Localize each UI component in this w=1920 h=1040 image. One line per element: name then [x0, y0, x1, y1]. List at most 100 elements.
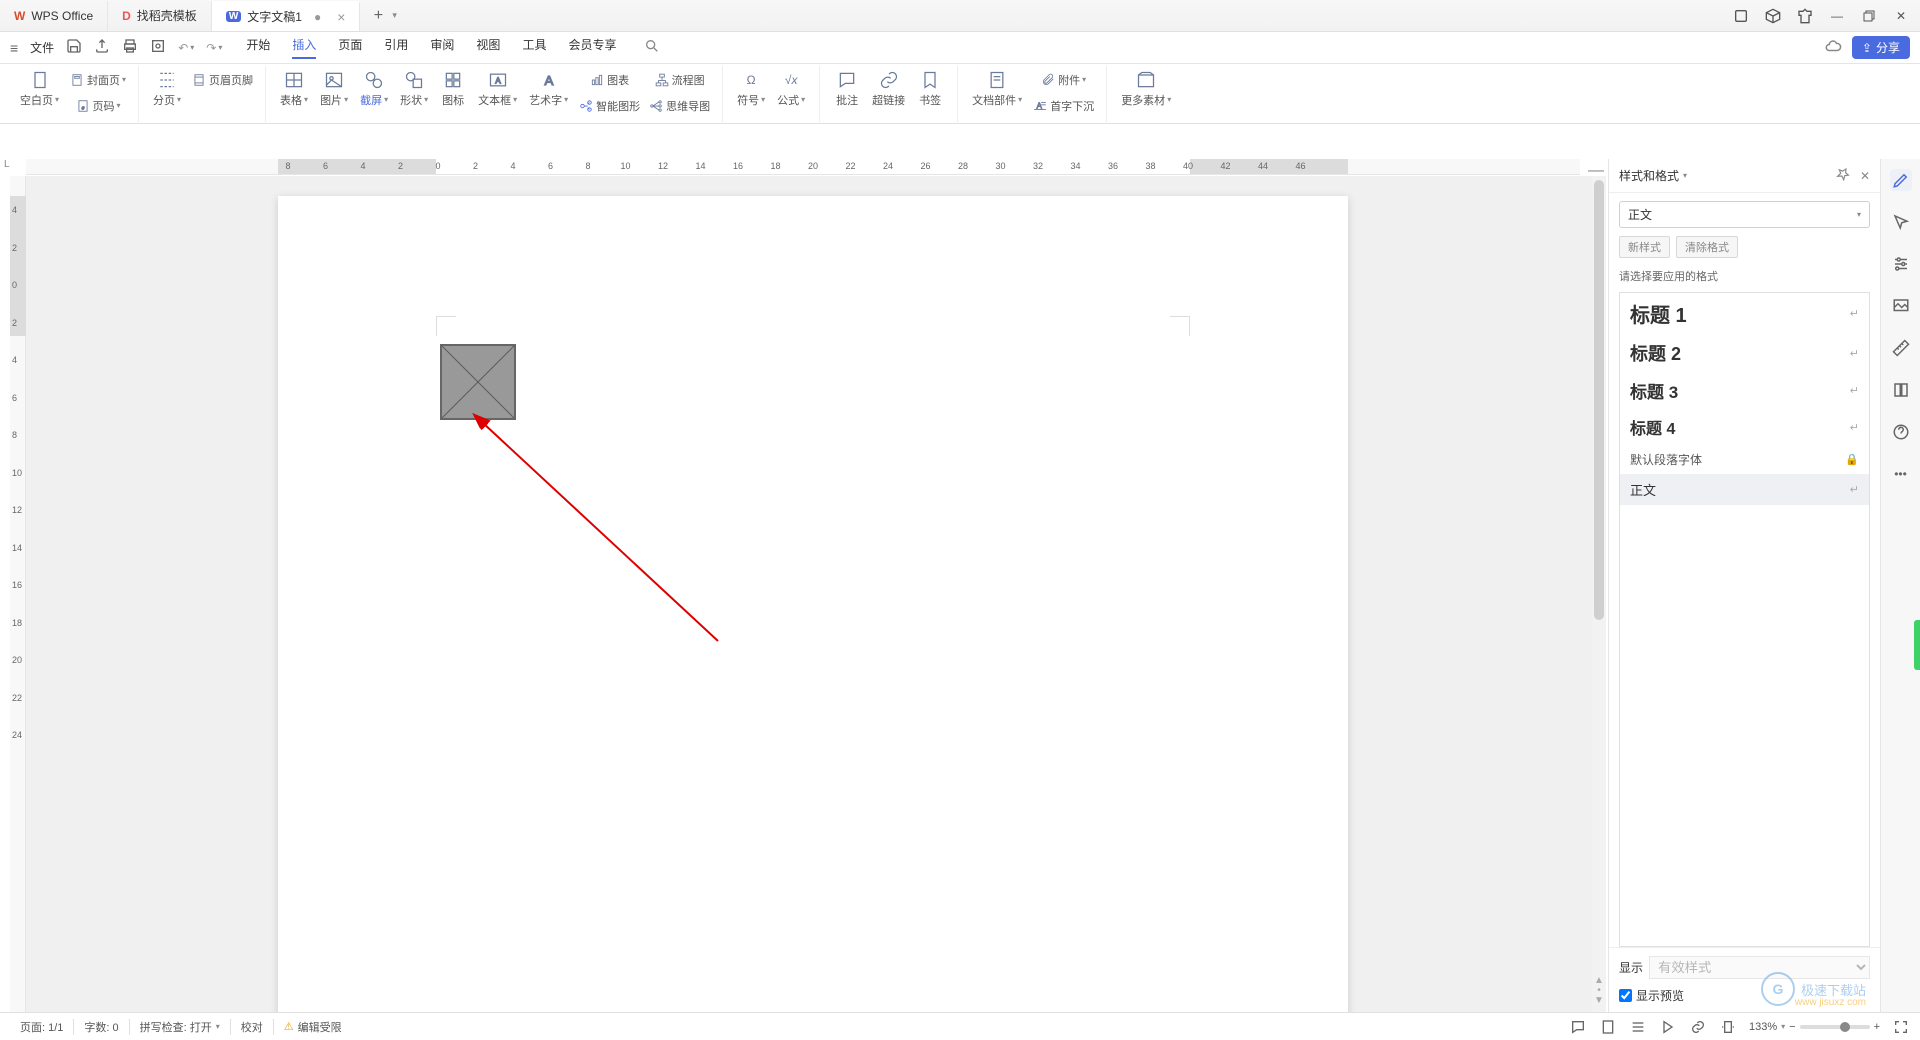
reading-mode-icon[interactable] [1732, 7, 1750, 25]
style-item[interactable]: 正文↵ [1620, 474, 1869, 505]
pencil-format-icon[interactable] [1890, 169, 1912, 191]
save-icon[interactable] [66, 38, 82, 57]
file-menu[interactable]: 文件 [30, 39, 54, 56]
header-footer-button[interactable]: 页眉页脚 [187, 68, 257, 92]
vertical-ruler[interactable]: 42024681012141618202224 [10, 176, 26, 1012]
hyperlink-button[interactable]: 超链接 [866, 68, 911, 110]
style-item[interactable]: 标题 4↵ [1620, 409, 1869, 445]
menu-tab-start[interactable]: 开始 [246, 36, 270, 59]
link-icon[interactable] [1689, 1018, 1707, 1036]
zoom-in-button[interactable]: + [1874, 1021, 1880, 1033]
speech-balloon-icon[interactable] [1569, 1018, 1587, 1036]
new-tab-dropdown-icon[interactable]: ▾ [392, 10, 397, 21]
close-window-icon[interactable]: ✕ [1892, 7, 1910, 25]
view-page-icon[interactable] [1599, 1018, 1617, 1036]
status-edit-limit[interactable]: ⚠编辑受限 [274, 1019, 352, 1035]
equation-button[interactable]: √x公式▾ [771, 68, 811, 110]
symbol-button[interactable]: Ω符号▾ [731, 68, 771, 110]
menu-tab-view[interactable]: 视图 [476, 36, 500, 59]
new-style-button[interactable]: 新样式 [1619, 236, 1670, 258]
print-preview-icon[interactable] [150, 38, 166, 57]
clear-format-button[interactable]: 清除格式 [1676, 236, 1738, 258]
fit-width-icon[interactable] [1719, 1018, 1737, 1036]
mindmap-button[interactable]: 思维导图 [644, 94, 714, 118]
collapse-sidebar-button[interactable]: — [1584, 162, 1604, 176]
tab-wps-office[interactable]: W WPS Office [0, 1, 108, 31]
menu-tab-page[interactable]: 页面 [338, 36, 362, 59]
smartart-button[interactable]: 智能图形 [574, 94, 644, 118]
close-tab-icon[interactable]: × [337, 9, 345, 25]
attachment-button[interactable]: 附件▾ [1028, 68, 1098, 92]
cursor-icon[interactable] [1890, 211, 1912, 233]
menu-tab-tools[interactable]: 工具 [522, 36, 546, 59]
maximize-window-icon[interactable] [1860, 7, 1878, 25]
zoom-out-button[interactable]: − [1789, 1021, 1795, 1033]
menu-tab-member[interactable]: 会员专享 [568, 36, 616, 59]
screenshot-button[interactable]: 截屏▾ [354, 68, 394, 110]
page-number-button[interactable]: #页码▾ [65, 94, 130, 118]
view-reading-icon[interactable] [1659, 1018, 1677, 1036]
print-icon[interactable] [122, 38, 138, 57]
ruler-tool-icon[interactable] [1890, 337, 1912, 359]
bookmark-button[interactable]: 书签 [911, 68, 949, 110]
textbox-button[interactable]: A文本框▾ [472, 68, 523, 110]
status-proof[interactable]: 校对 [231, 1019, 274, 1035]
table-button[interactable]: 表格▾ [274, 68, 314, 110]
scrollbar-thumb[interactable] [1594, 180, 1604, 620]
scrollbar-buttons[interactable]: ▲•▼ [1592, 976, 1606, 1006]
close-panel-icon[interactable]: ✕ [1860, 169, 1870, 183]
style-item[interactable]: 标题 1↵ [1620, 293, 1869, 334]
dropcap-button[interactable]: A首字下沉 [1028, 94, 1098, 118]
minimize-window-icon[interactable]: — [1828, 7, 1846, 25]
skin-icon[interactable] [1796, 7, 1814, 25]
document-page[interactable] [278, 196, 1348, 1012]
redo-button[interactable]: ↷▾ [206, 41, 222, 55]
shapes-button[interactable]: 形状▾ [394, 68, 434, 110]
undo-button[interactable]: ↶▾ [178, 41, 194, 55]
section-break-button[interactable]: 分页▾ [147, 68, 187, 110]
cover-page-button[interactable]: 封面页▾ [65, 68, 130, 92]
flowchart-button[interactable]: 流程图 [644, 68, 714, 92]
document-area[interactable] [26, 176, 1592, 1012]
menu-tab-review[interactable]: 审阅 [430, 36, 454, 59]
style-item[interactable]: 默认段落字体🔒 [1620, 445, 1869, 474]
status-page[interactable]: 页面: 1/1 [10, 1019, 74, 1035]
chart-button[interactable]: 图表 [574, 68, 644, 92]
book-icon[interactable] [1890, 379, 1912, 401]
horizontal-ruler[interactable]: 8642024681012141618202224262830323436384… [26, 159, 1580, 175]
inserted-placeholder-shape[interactable] [440, 344, 516, 420]
preview-checkbox[interactable] [1619, 989, 1632, 1002]
help-icon[interactable] [1890, 421, 1912, 443]
pin-panel-icon[interactable] [1836, 167, 1850, 184]
hamburger-icon[interactable]: ≡ [10, 40, 18, 56]
menu-tab-reference[interactable]: 引用 [384, 36, 408, 59]
status-spellcheck[interactable]: 拼写检查: 打开▾ [130, 1019, 231, 1035]
current-style-select[interactable]: 正文 ▾ [1619, 201, 1870, 228]
tab-template-hub[interactable]: D 找稻壳模板 [108, 1, 212, 31]
export-icon[interactable] [94, 38, 110, 57]
zoom-control[interactable]: 133%▾ − + [1749, 1021, 1880, 1033]
new-tab-button[interactable]: + [368, 6, 388, 26]
doc-parts-button[interactable]: 文档部件▾ [966, 68, 1028, 110]
tab-document[interactable]: W 文字文稿1 ● × [212, 1, 361, 31]
status-words[interactable]: 字数: 0 [74, 1019, 129, 1035]
wordart-button[interactable]: A艺术字▾ [523, 68, 574, 110]
search-icon[interactable] [644, 38, 660, 57]
cube-icon[interactable] [1764, 7, 1782, 25]
panel-title-dropdown-icon[interactable]: ▾ [1683, 171, 1687, 180]
style-item[interactable]: 标题 3↵ [1620, 372, 1869, 409]
blank-page-button[interactable]: 空白页▾ [14, 68, 65, 110]
comment-button[interactable]: 批注 [828, 68, 866, 110]
settings-sliders-icon[interactable] [1890, 253, 1912, 275]
icons-button[interactable]: 图标 [434, 68, 472, 110]
gallery-icon[interactable] [1890, 295, 1912, 317]
zoom-slider[interactable] [1800, 1025, 1870, 1029]
more-icon[interactable]: ••• [1890, 463, 1912, 485]
picture-button[interactable]: 图片▾ [314, 68, 354, 110]
view-outline-icon[interactable] [1629, 1018, 1647, 1036]
share-button[interactable]: ⇪ 分享 [1852, 36, 1910, 59]
fullscreen-icon[interactable] [1892, 1018, 1910, 1036]
more-assets-button[interactable]: 更多素材▾ [1115, 68, 1177, 110]
cloud-icon[interactable] [1824, 37, 1842, 58]
vertical-scrollbar[interactable]: ▲•▼ [1592, 176, 1606, 1012]
